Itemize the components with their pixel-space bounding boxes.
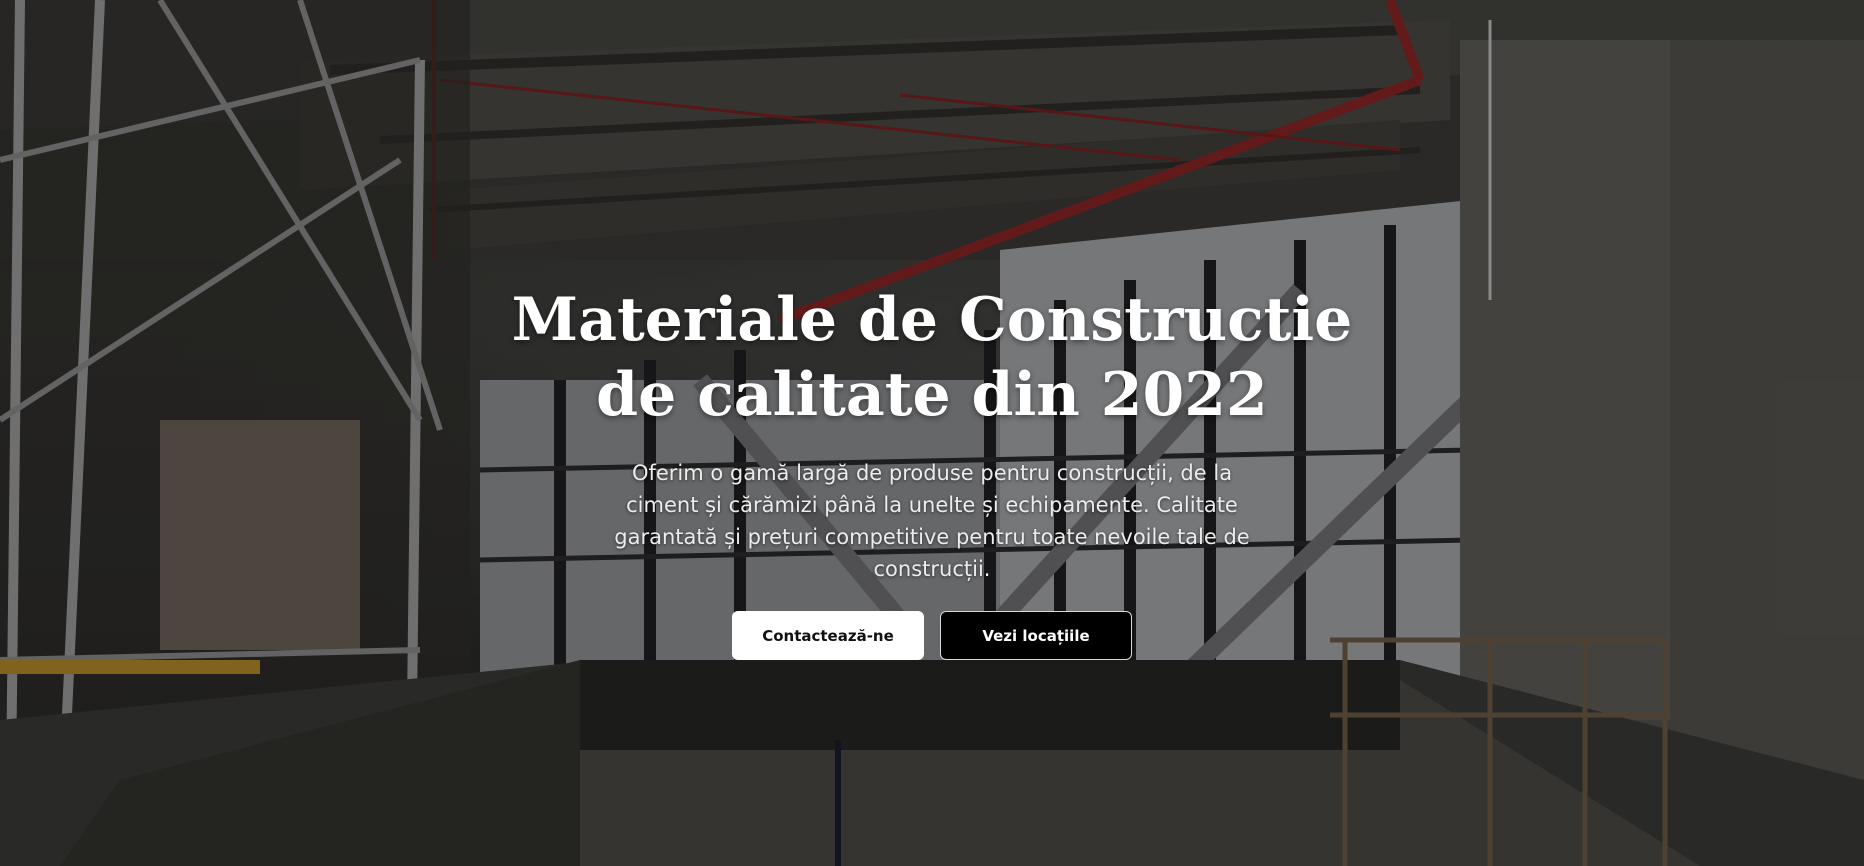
locations-button[interactable]: Vezi locațiile: [940, 611, 1132, 660]
hero-actions: Contactează-ne Vezi locațiile: [732, 611, 1132, 660]
hero-title: Materiale de Constructie de calitate din…: [482, 283, 1382, 433]
contact-button[interactable]: Contactează-ne: [732, 611, 924, 660]
hero-title-line2: de calitate din 2022: [596, 360, 1268, 430]
hero-subtitle: Oferim o gamă largă de produse pentru co…: [614, 461, 1250, 581]
hero-content: Materiale de Constructie de calitate din…: [0, 283, 1864, 660]
hero-section: Materiale de Constructie de calitate din…: [0, 0, 1864, 866]
hero-title-line1: Materiale de Constructie: [511, 285, 1353, 355]
